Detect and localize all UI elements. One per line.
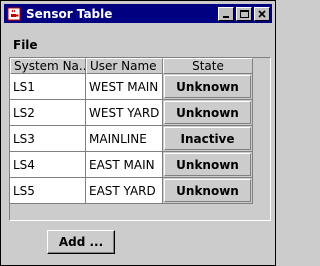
sensor-table: System Na... User Name State LS1 WEST MA… [9, 57, 271, 221]
maximize-icon[interactable] [236, 6, 252, 21]
user-name-cell[interactable]: EAST YARD [86, 178, 163, 204]
column-header-user-name[interactable]: User Name [86, 58, 163, 74]
system-name-cell[interactable]: LS1 [10, 74, 86, 100]
state-cell: Unknown [163, 152, 253, 178]
title-bar[interactable]: Sensor Table [4, 4, 272, 23]
table-row: LS5 EAST YARD Unknown [10, 178, 270, 204]
window-title: Sensor Table [26, 6, 113, 21]
button-panel: Add ... [1, 226, 275, 256]
state-toggle-button[interactable]: Unknown [164, 179, 251, 202]
state-cell: Unknown [163, 178, 253, 204]
user-name-cell[interactable]: WEST YARD [86, 100, 163, 126]
state-toggle-button[interactable]: Unknown [164, 101, 251, 124]
table-row: LS4 EAST MAIN Unknown [10, 152, 270, 178]
user-name-cell[interactable]: MAINLINE [86, 126, 163, 152]
add-button[interactable]: Add ... [47, 230, 115, 254]
menu-file[interactable]: File [4, 38, 47, 52]
menu-bar: File [4, 36, 47, 54]
table-row: LS3 MAINLINE Inactive [10, 126, 270, 152]
system-name-cell[interactable]: LS3 [10, 126, 86, 152]
system-name-cell[interactable]: LS4 [10, 152, 86, 178]
table-row: LS2 WEST YARD Unknown [10, 100, 270, 126]
state-cell: Inactive [163, 126, 253, 152]
minimize-icon[interactable] [218, 6, 234, 21]
system-name-cell[interactable]: LS5 [10, 178, 86, 204]
state-cell: Unknown [163, 74, 253, 100]
table-header: System Na... User Name State [10, 58, 270, 74]
state-toggle-button[interactable]: Unknown [164, 153, 251, 176]
system-name-cell[interactable]: LS2 [10, 100, 86, 126]
user-name-cell[interactable]: WEST MAIN [86, 74, 163, 100]
column-header-state[interactable]: State [163, 58, 253, 74]
state-cell: Unknown [163, 100, 253, 126]
column-header-system-name[interactable]: System Na... [10, 58, 86, 74]
state-toggle-button[interactable]: Inactive [164, 127, 251, 150]
coffee-cup-icon[interactable] [6, 6, 22, 22]
user-name-cell[interactable]: EAST MAIN [86, 152, 163, 178]
sensor-table-window: Sensor Table File System Na... User Name… [0, 0, 276, 266]
close-icon[interactable] [254, 6, 270, 21]
state-toggle-button[interactable]: Unknown [164, 75, 251, 98]
table-row: LS1 WEST MAIN Unknown [10, 74, 270, 100]
